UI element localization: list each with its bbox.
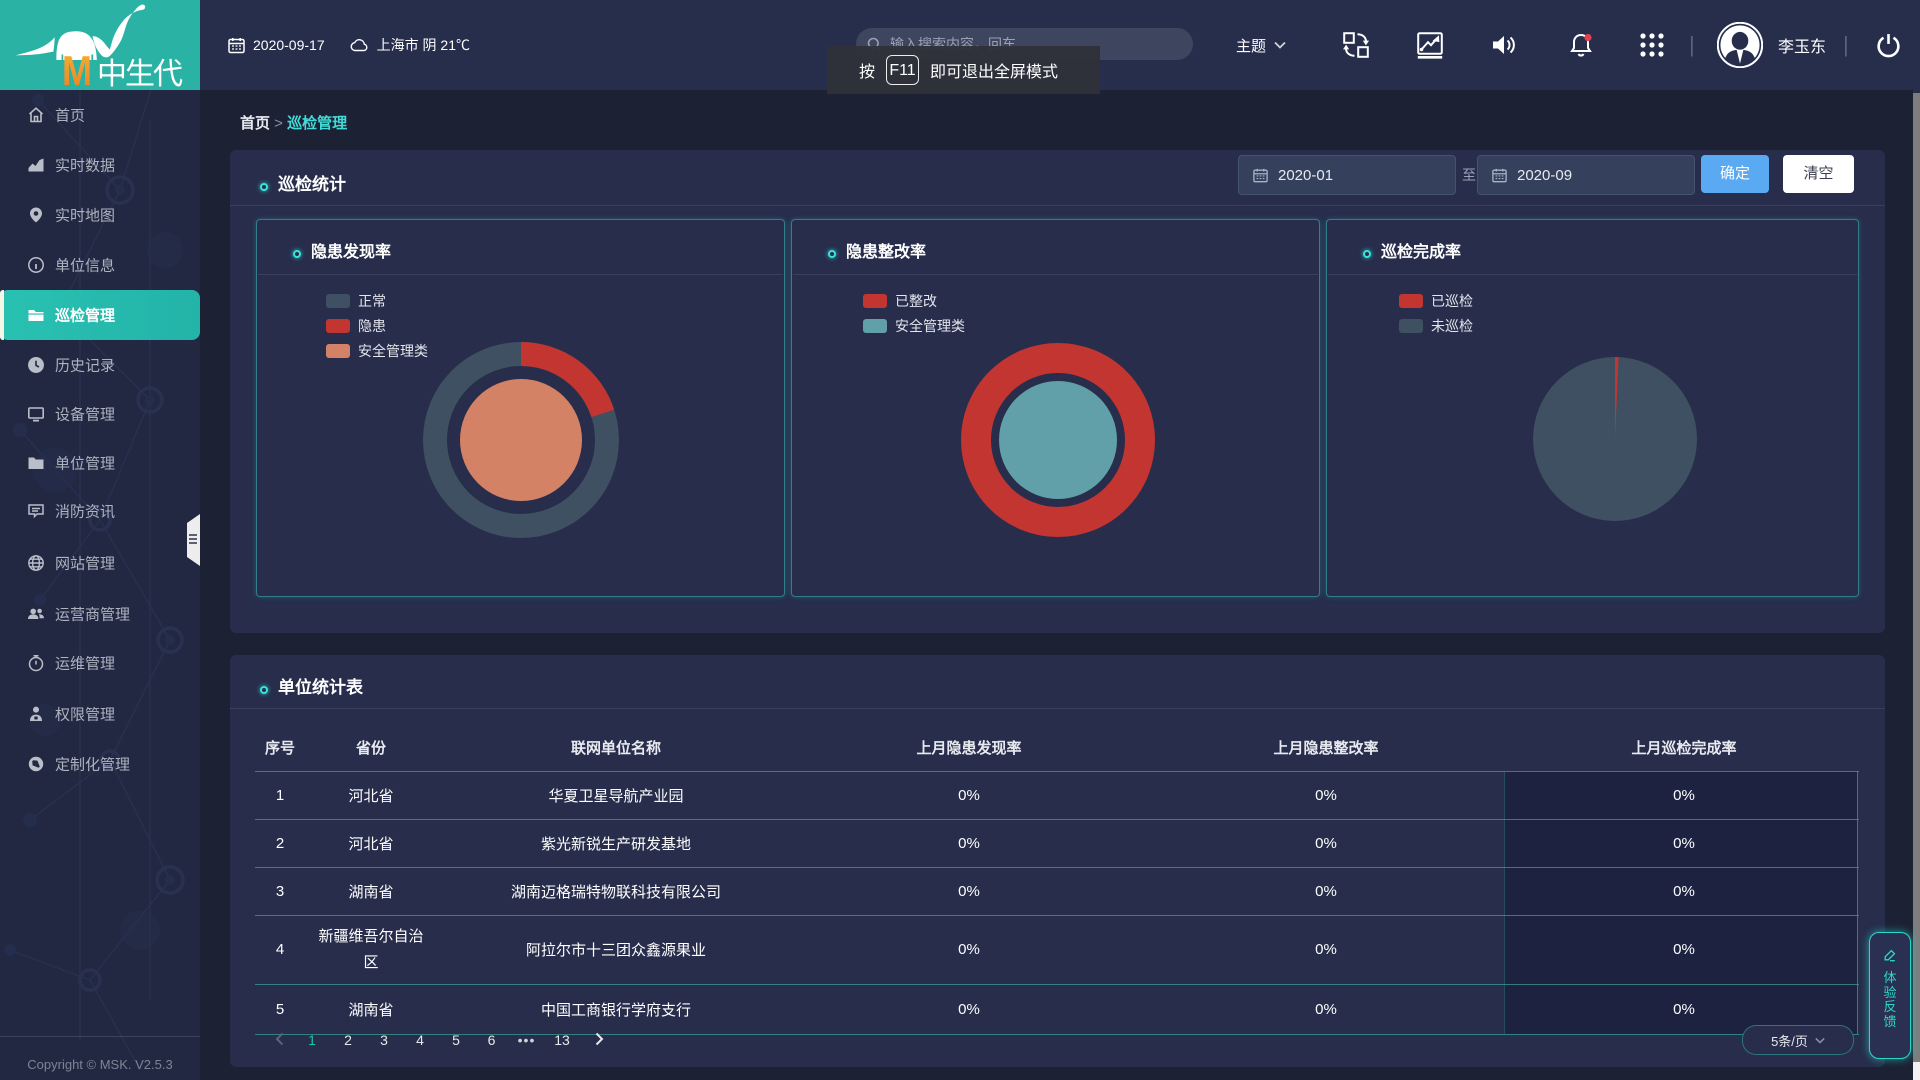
- svg-text:M: M: [62, 47, 92, 90]
- svg-text:中生代: 中生代: [97, 58, 183, 90]
